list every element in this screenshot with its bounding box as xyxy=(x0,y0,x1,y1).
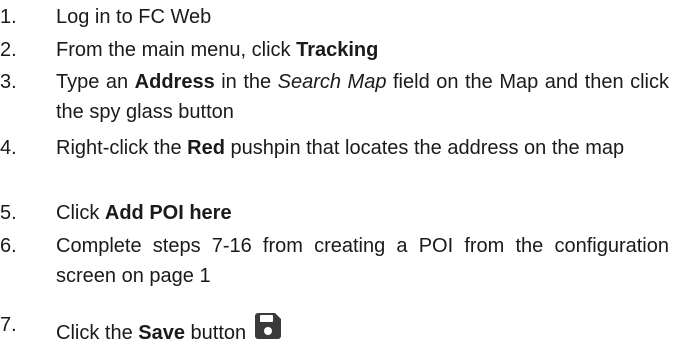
step-text: Right-click the Red pushpin that locates… xyxy=(56,133,669,163)
tracking-menu-label: Tracking xyxy=(296,39,379,61)
step-text-part: Type an xyxy=(56,71,135,93)
instruction-steps: 1. Log in to FC Web 2. From the main men… xyxy=(0,0,683,349)
step-text: Type an Address in the Search Map field … xyxy=(56,67,669,127)
step-number: 7. xyxy=(0,314,17,336)
step-number: 4. xyxy=(0,137,17,159)
step-text-part: Right-click the xyxy=(56,137,188,159)
step-text-part: Complete steps 7-16 from creating a POI … xyxy=(56,235,669,287)
step-text: Log in to FC Web xyxy=(56,2,669,32)
step-text-part: Click xyxy=(56,202,105,224)
step-text-part: button xyxy=(184,322,247,344)
step-text-part: Log in to FC Web xyxy=(56,6,212,28)
step-number: 3. xyxy=(0,71,17,93)
address-label: Address xyxy=(134,71,215,93)
step-number: 2. xyxy=(0,39,17,61)
step-text: Complete steps 7-16 from creating a POI … xyxy=(56,231,669,291)
search-map-field-label: Search Map xyxy=(277,71,387,93)
step-text-part: pushpin that locates the address on the … xyxy=(224,137,625,159)
step-text: Click the Save button xyxy=(56,310,669,348)
red-pushpin-label: Red xyxy=(187,137,225,159)
step-text-part: From the main menu, click xyxy=(56,39,297,61)
add-poi-here-label: Add POI here xyxy=(104,202,232,224)
step-number: 1. xyxy=(0,6,17,28)
step-text: Click Add POI here xyxy=(56,198,669,228)
save-label: Save xyxy=(138,322,185,344)
step-number: 6. xyxy=(0,235,17,257)
floppy-disk-save-icon xyxy=(252,310,284,342)
step-number: 5. xyxy=(0,202,17,224)
step-text: From the main menu, click Tracking xyxy=(56,35,669,65)
step-text-part: Click the xyxy=(56,322,139,344)
step-text-part: in the xyxy=(214,71,278,93)
